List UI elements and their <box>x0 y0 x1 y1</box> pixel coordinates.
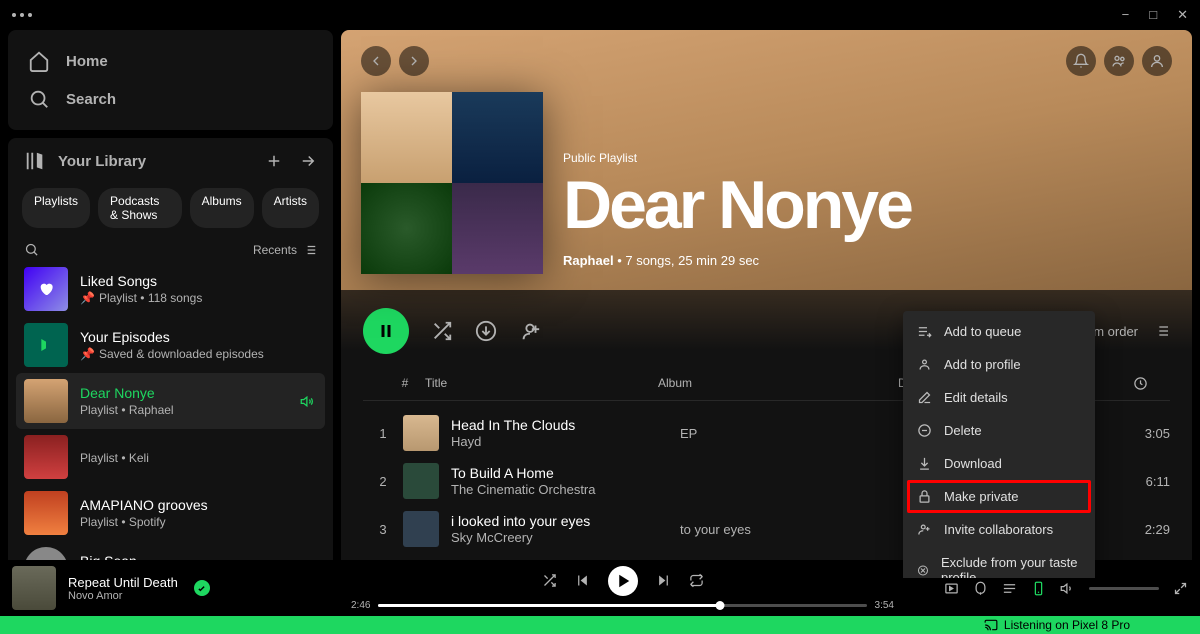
back-button[interactable] <box>361 46 391 76</box>
col-num: # <box>385 376 425 394</box>
pause-icon <box>377 322 395 340</box>
chevron-left-icon <box>368 53 384 69</box>
playlist-title: Dear Nonye <box>563 171 911 239</box>
playlist-meta: Raphael • 7 songs, 25 min 29 sec <box>563 253 911 268</box>
list-view-icon[interactable] <box>1154 323 1170 339</box>
chip-artists[interactable]: Artists <box>262 188 319 228</box>
exclude-icon <box>917 563 929 578</box>
library-section: Your Library Playlists Podcasts & Shows … <box>8 138 333 578</box>
nav-home-label: Home <box>66 53 108 70</box>
repeat-icon[interactable] <box>689 573 704 588</box>
now-playing-cover[interactable] <box>12 566 56 610</box>
chip-albums[interactable]: Albums <box>190 188 254 228</box>
bell-icon <box>1073 53 1089 69</box>
context-menu: Add to queue Add to profile Edit details… <box>903 311 1095 578</box>
filter-chips: Playlists Podcasts & Shows Albums Artist… <box>8 184 333 238</box>
now-playing-title[interactable]: Repeat Until Death <box>68 575 178 590</box>
library-item[interactable]: Playlist • Keli <box>16 429 325 485</box>
connect-device-icon[interactable] <box>1031 581 1046 596</box>
shuffle-icon[interactable] <box>431 320 453 342</box>
main-content: Public Playlist Dear Nonye Raphael • 7 s… <box>341 30 1192 578</box>
invite-icon[interactable] <box>519 320 541 342</box>
library-toggle[interactable]: Your Library <box>24 150 146 172</box>
chevron-right-icon <box>406 53 422 69</box>
forward-button[interactable] <box>399 46 429 76</box>
menu-exclude[interactable]: Exclude from your taste profile <box>907 546 1091 578</box>
menu-edit[interactable]: Edit details <box>907 381 1091 414</box>
nav-home[interactable]: Home <box>24 42 317 80</box>
sort-recents[interactable]: Recents <box>253 243 317 257</box>
arrow-right-icon[interactable] <box>299 152 317 170</box>
cast-icon <box>984 618 998 632</box>
total-time: 3:54 <box>875 600 894 611</box>
add-icon[interactable] <box>265 152 283 170</box>
next-track-icon[interactable] <box>656 573 671 588</box>
volume-slider[interactable] <box>1089 587 1159 590</box>
close-button[interactable]: ✕ <box>1177 7 1188 23</box>
library-item[interactable]: AMAPIANO groovesPlaylist • Spotify <box>16 485 325 541</box>
progress-bar[interactable] <box>378 604 866 607</box>
search-icon <box>28 88 50 110</box>
maximize-button[interactable]: □ <box>1149 7 1157 23</box>
download-icon <box>917 456 932 471</box>
invite-icon <box>917 522 932 537</box>
library-item[interactable]: Dear NonyePlaylist • Raphael <box>16 373 325 429</box>
menu-delete[interactable]: Delete <box>907 414 1091 447</box>
profile-icon <box>917 357 932 372</box>
nav-search-label: Search <box>66 91 116 108</box>
col-title: Title <box>425 376 658 394</box>
lyrics-icon[interactable] <box>973 581 988 596</box>
profile-button[interactable] <box>1142 46 1172 76</box>
now-playing-artist[interactable]: Novo Amor <box>68 590 178 602</box>
device-bar[interactable]: Listening on Pixel 8 Pro <box>0 616 1200 634</box>
clock-icon <box>1133 376 1148 391</box>
speaker-icon <box>300 394 315 409</box>
nav-section: Home Search <box>8 30 333 130</box>
nav-search[interactable]: Search <box>24 80 317 118</box>
people-icon <box>1111 53 1127 69</box>
now-playing-view-icon[interactable] <box>944 581 959 596</box>
list-icon <box>303 243 317 257</box>
menu-profile[interactable]: Add to profile <box>907 348 1091 381</box>
queue-icon[interactable] <box>1002 581 1017 596</box>
menu-lock[interactable]: Make private <box>907 480 1091 513</box>
search-library-icon[interactable] <box>24 242 39 257</box>
download-icon[interactable] <box>475 320 497 342</box>
volume-icon[interactable] <box>1060 581 1075 596</box>
shuffle-icon[interactable] <box>542 573 557 588</box>
fullscreen-icon[interactable] <box>1173 581 1188 596</box>
playlist-cover[interactable] <box>361 92 543 274</box>
chip-playlists[interactable]: Playlists <box>22 188 90 228</box>
menu-dots[interactable] <box>12 13 32 17</box>
library-icon <box>24 150 46 172</box>
library-item[interactable]: Liked Songs📌Playlist • 118 songs <box>16 261 325 317</box>
library-title: Your Library <box>58 153 146 170</box>
notifications-button[interactable] <box>1066 46 1096 76</box>
library-item[interactable]: Your Episodes📌Saved & downloaded episode… <box>16 317 325 373</box>
edit-icon <box>917 390 932 405</box>
user-icon <box>1149 53 1165 69</box>
play-icon[interactable] <box>608 566 638 596</box>
menu-download[interactable]: Download <box>907 447 1091 480</box>
col-album: Album <box>658 376 898 394</box>
menu-invite[interactable]: Invite collaborators <box>907 513 1091 546</box>
chip-podcasts[interactable]: Podcasts & Shows <box>98 188 182 228</box>
prev-track-icon[interactable] <box>575 573 590 588</box>
playlist-type: Public Playlist <box>563 151 911 165</box>
play-button[interactable] <box>363 308 409 354</box>
elapsed-time: 2:46 <box>351 600 370 611</box>
home-icon <box>28 50 50 72</box>
lock-icon <box>917 489 932 504</box>
liked-check-icon[interactable] <box>194 580 210 596</box>
queue-icon <box>917 324 932 339</box>
col-duration <box>1088 376 1148 394</box>
window-titlebar: − □ ✕ <box>0 0 1200 30</box>
menu-queue[interactable]: Add to queue <box>907 315 1091 348</box>
delete-icon <box>917 423 932 438</box>
friends-button[interactable] <box>1104 46 1134 76</box>
minimize-button[interactable]: − <box>1122 7 1130 23</box>
